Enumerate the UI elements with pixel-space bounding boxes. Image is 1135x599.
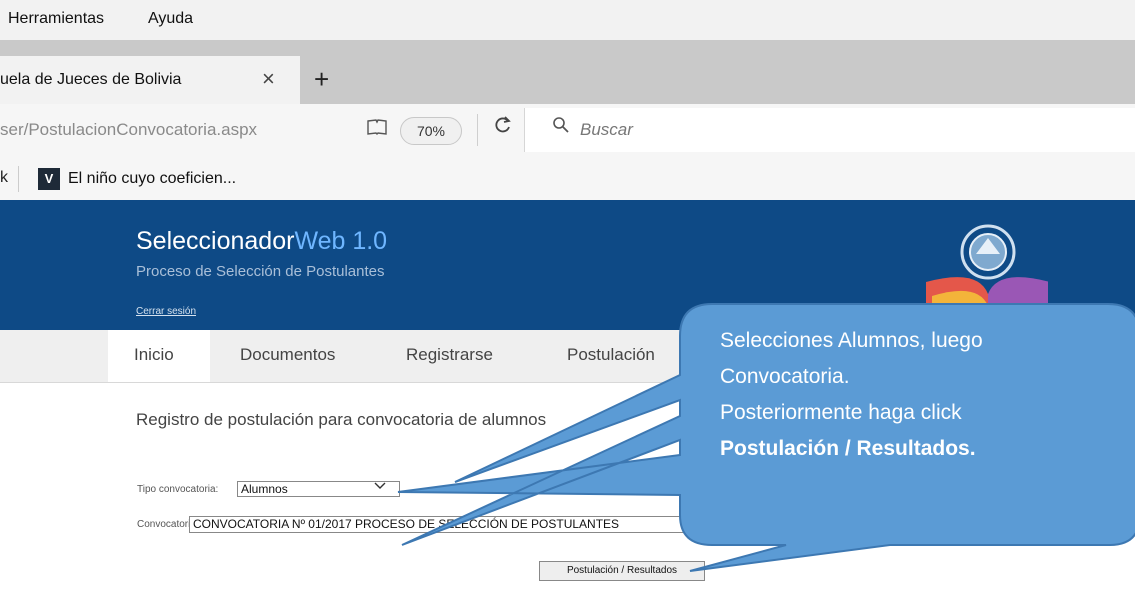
callout-line-1: Selecciones Alumnos, luego	[720, 329, 983, 352]
callout-line-4: Postulación / Resultados.	[720, 437, 976, 460]
callout-text: Selecciones Alumnos, luego Convocatoria.…	[720, 323, 1100, 467]
callout-shape	[397, 303, 1135, 572]
callout-line-3: Posteriormente haga click	[720, 401, 962, 424]
callout-line-2: Convocatoria.	[720, 365, 850, 388]
